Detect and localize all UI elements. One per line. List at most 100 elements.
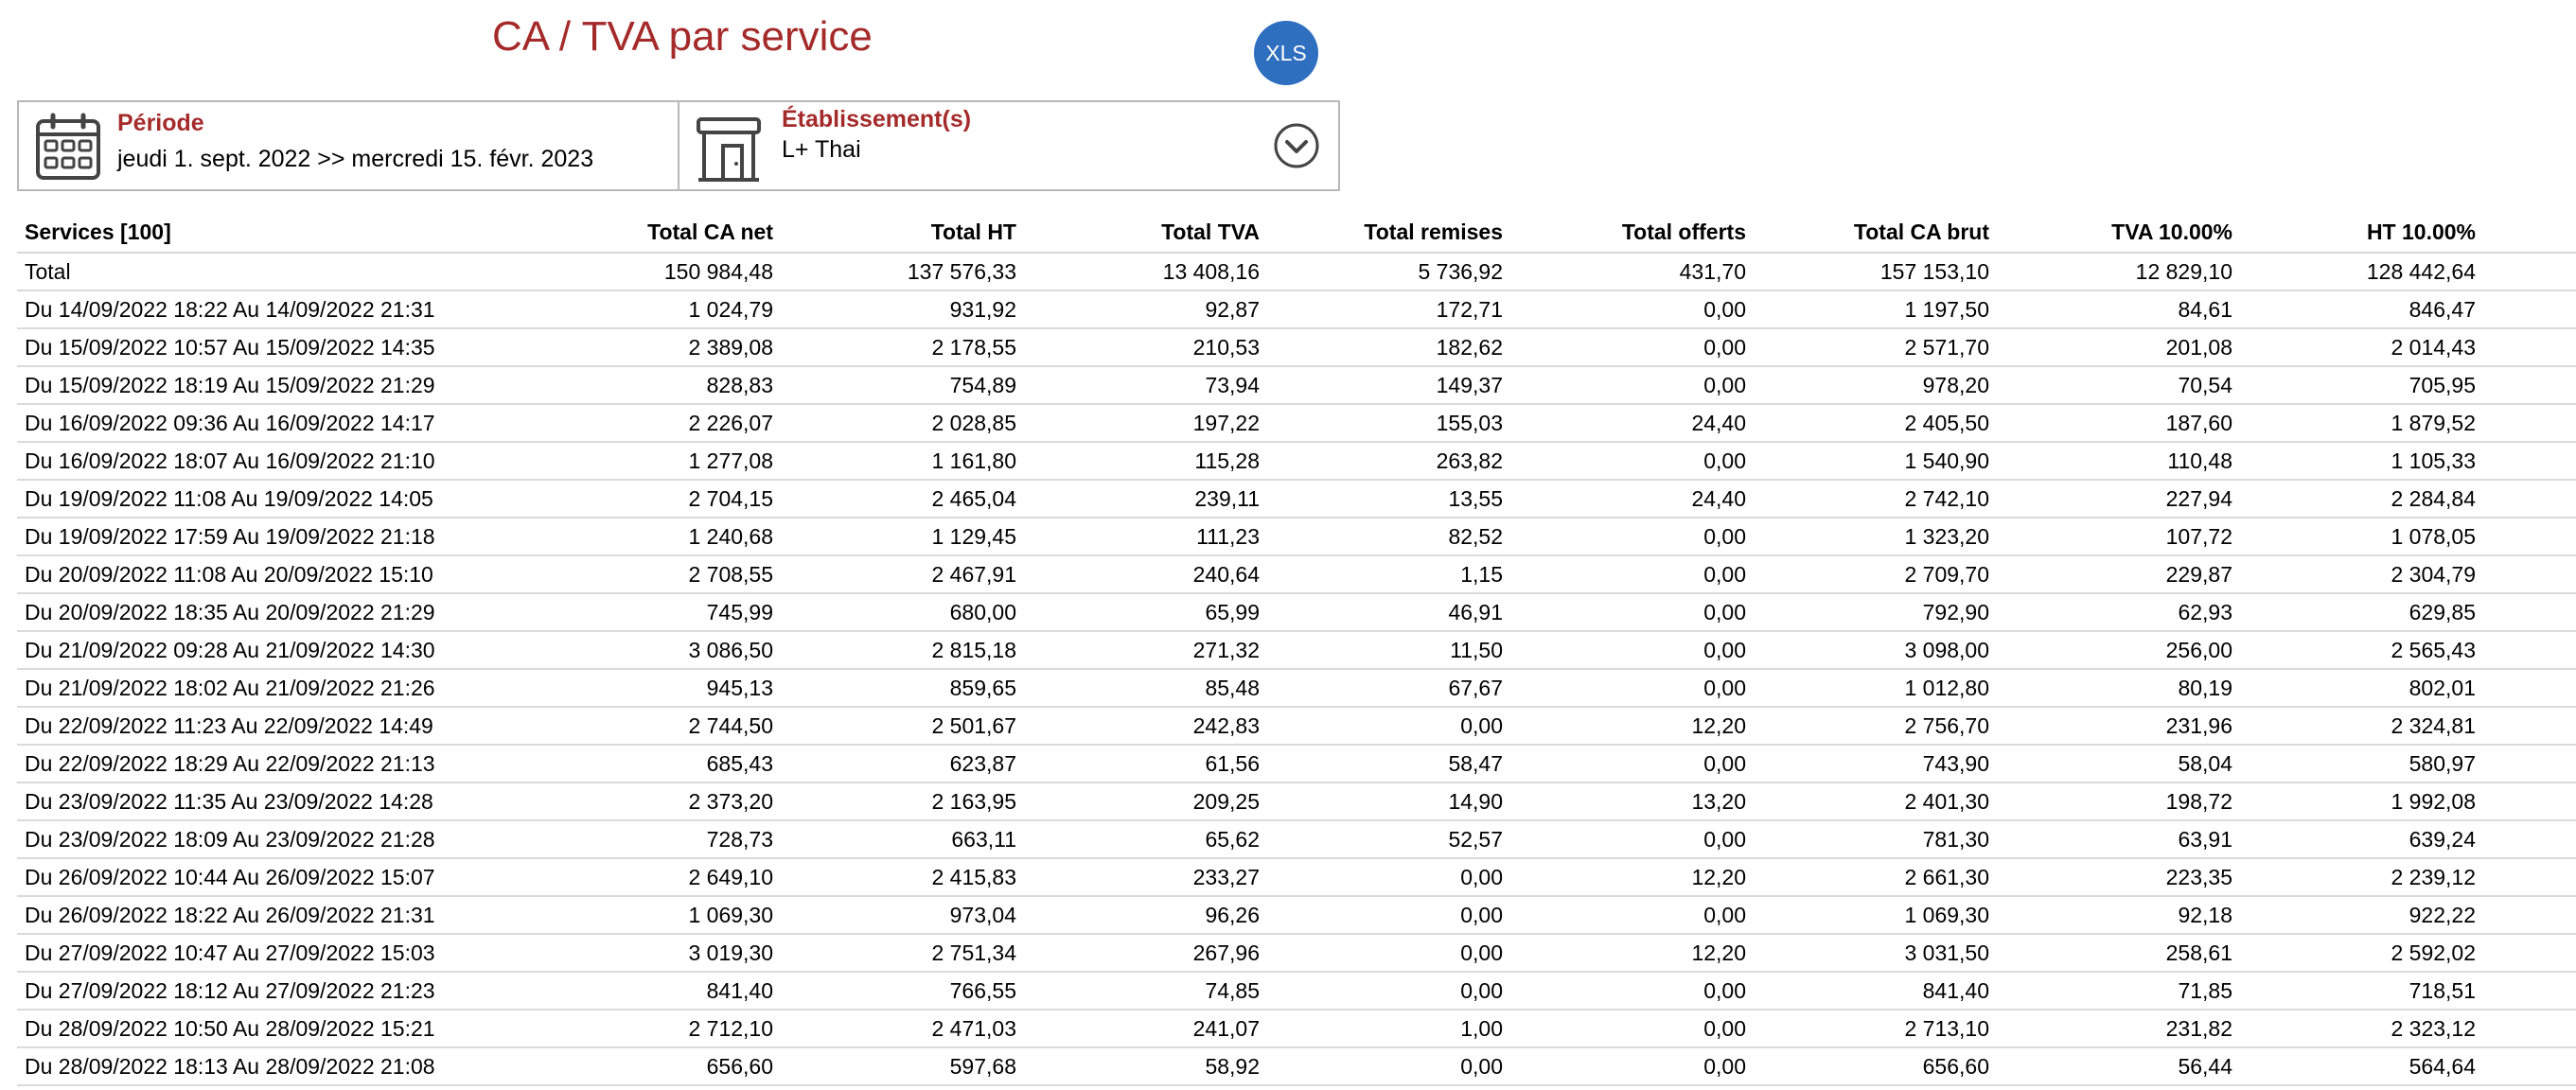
table-row[interactable]: Du 23/09/2022 11:35 Au 23/09/2022 14:28 2…: [17, 782, 2576, 821]
table-row[interactable]: Du 14/09/2022 18:22 Au 14/09/2022 21:31 1…: [17, 290, 2576, 329]
column-header[interactable]: TTC NE: [2483, 212, 2576, 254]
calendar-icon: [36, 113, 100, 180]
column-header[interactable]: HT 10.00%: [2240, 212, 2483, 254]
table-row[interactable]: Du 22/09/2022 11:23 Au 22/09/2022 14:49 2…: [17, 707, 2576, 746]
table-cell: 209,25: [1024, 782, 1267, 821]
table-cell: 210,53: [1024, 328, 1267, 367]
table-cell: 828,83: [538, 366, 781, 405]
row-label: Du 26/09/2022 10:44 Au 26/09/2022 15:07: [17, 858, 538, 897]
table-row[interactable]: Du 15/09/2022 10:57 Au 15/09/2022 14:35 2…: [17, 328, 2576, 367]
table-row[interactable]: Du 19/09/2022 17:59 Au 19/09/2022 21:18 1…: [17, 518, 2576, 556]
column-header[interactable]: Services [100]: [17, 212, 538, 254]
table-cell: 1,00: [1267, 1010, 1510, 1048]
table-cell: [2483, 631, 2576, 670]
establishment-value: L+ Thai: [782, 136, 861, 163]
table-cell: 680,00: [781, 593, 1024, 632]
table-header-row: Services [100] Total CA net Total HT Total …: [17, 212, 2576, 254]
table-row[interactable]: Du 27/09/2022 18:12 Au 27/09/2022 21:23 8…: [17, 972, 2576, 1011]
table-row[interactable]: Du 20/09/2022 11:08 Au 20/09/2022 15:10 2…: [17, 555, 2576, 594]
table-cell: 792,90: [1754, 593, 1997, 632]
column-header[interactable]: Total CA net: [538, 212, 781, 254]
table-row[interactable]: Du 21/09/2022 09:28 Au 21/09/2022 14:30 3…: [17, 631, 2576, 670]
table-cell: 2 592,02: [2240, 934, 2483, 973]
period-filter[interactable]: Période jeudi 1. sept. 2022 >> mercredi …: [17, 100, 679, 191]
table-cell: 1 992,08: [2240, 782, 2483, 821]
table-cell: 73,94: [1024, 366, 1267, 405]
table-row[interactable]: Du 23/09/2022 18:09 Au 23/09/2022 21:28 7…: [17, 820, 2576, 859]
services-table: Services [100] Total CA net Total HT Total …: [17, 212, 2576, 1086]
table-row[interactable]: Du 20/09/2022 18:35 Au 20/09/2022 21:29 7…: [17, 593, 2576, 632]
table-cell: 187,60: [1997, 404, 2240, 443]
table-cell: [2483, 820, 2576, 859]
period-label: Période: [117, 110, 204, 136]
building-icon: [697, 117, 761, 182]
column-header[interactable]: TVA 10.00%: [1997, 212, 2240, 254]
table-cell: 197,22: [1024, 404, 1267, 443]
table-row[interactable]: Du 26/09/2022 10:44 Au 26/09/2022 15:07 2…: [17, 858, 2576, 897]
table-cell: 2 014,43: [2240, 328, 2483, 367]
table-cell: 2 571,70: [1754, 328, 1997, 367]
table-cell: 111,23: [1024, 518, 1267, 556]
table-cell: 0,00: [1510, 631, 1754, 670]
table-cell: 705,95: [2240, 366, 2483, 405]
table-cell: [2483, 328, 2576, 367]
table-cell: 12,20: [1510, 858, 1754, 897]
table-cell: 3 098,00: [1754, 631, 1997, 670]
table-cell: 2 163,95: [781, 782, 1024, 821]
row-label: Du 23/09/2022 11:35 Au 23/09/2022 14:28: [17, 782, 538, 821]
table-cell: 945,13: [538, 669, 781, 708]
table-cell: 12,20: [1510, 707, 1754, 746]
table-cell: 67,67: [1267, 669, 1510, 708]
table-cell: 922,22: [2240, 896, 2483, 935]
table-cell: 0,00: [1267, 972, 1510, 1011]
total-row[interactable]: Total 150 984,48 137 576,33 13 408,16 5 736,…: [17, 253, 2576, 291]
table-row[interactable]: Du 27/09/2022 10:47 Au 27/09/2022 15:03 3…: [17, 934, 2576, 973]
table-cell: 13,55: [1267, 480, 1510, 519]
table-row[interactable]: Du 22/09/2022 18:29 Au 22/09/2022 21:13 6…: [17, 745, 2576, 783]
table-row[interactable]: Du 21/09/2022 18:02 Au 21/09/2022 21:26 9…: [17, 669, 2576, 708]
column-header[interactable]: Total offerts: [1510, 212, 1754, 254]
period-value: jeudi 1. sept. 2022 >> mercredi 15. févr…: [117, 146, 594, 172]
column-header[interactable]: Total remises: [1267, 212, 1510, 254]
table-cell: [2483, 480, 2576, 519]
table-row[interactable]: Du 16/09/2022 09:36 Au 16/09/2022 14:17 2…: [17, 404, 2576, 443]
table-cell: 564,64: [2240, 1047, 2483, 1086]
row-label: Du 19/09/2022 11:08 Au 19/09/2022 14:05: [17, 480, 538, 519]
table-row[interactable]: Du 15/09/2022 18:19 Au 15/09/2022 21:29 8…: [17, 366, 2576, 405]
table-cell: [2483, 555, 2576, 594]
table-cell: 13 408,16: [1024, 253, 1267, 291]
table-row[interactable]: Du 19/09/2022 11:08 Au 19/09/2022 14:05 2…: [17, 480, 2576, 519]
chevron-down-icon[interactable]: [1272, 121, 1321, 170]
table-cell: 1 012,80: [1754, 669, 1997, 708]
row-label: Du 21/09/2022 09:28 Au 21/09/2022 14:30: [17, 631, 538, 670]
table-cell: 1 197,50: [1754, 290, 1997, 329]
table-cell: 0,00: [1267, 1047, 1510, 1086]
table-cell: 0,00: [1510, 328, 1754, 367]
column-header[interactable]: Total HT: [781, 212, 1024, 254]
table-cell: 2 756,70: [1754, 707, 1997, 746]
table-cell: 0,00: [1510, 1010, 1754, 1048]
table-row[interactable]: Du 16/09/2022 18:07 Au 16/09/2022 21:10 1…: [17, 442, 2576, 481]
establishment-filter[interactable]: Établissement(s) L+ Thai: [678, 100, 1340, 191]
table-row[interactable]: Du 28/09/2022 10:50 Au 28/09/2022 15:21 2…: [17, 1010, 2576, 1048]
table-cell: [2483, 896, 2576, 935]
table-cell: 781,30: [1754, 820, 1997, 859]
table-cell: 766,55: [781, 972, 1024, 1011]
xls-export-button[interactable]: XLS: [1254, 21, 1318, 85]
table-cell: 1 069,30: [538, 896, 781, 935]
table-cell: 597,68: [781, 1047, 1024, 1086]
table-cell: 240,64: [1024, 555, 1267, 594]
column-header[interactable]: Total CA brut: [1754, 212, 1997, 254]
services-table-container[interactable]: Services [100] Total CA net Total HT Total …: [17, 212, 2576, 1090]
table-cell: 1 129,45: [781, 518, 1024, 556]
table-cell: 841,40: [538, 972, 781, 1011]
table-cell: 62,93: [1997, 593, 2240, 632]
row-label: Du 20/09/2022 18:35 Au 20/09/2022 21:29: [17, 593, 538, 632]
table-row[interactable]: Du 28/09/2022 18:13 Au 28/09/2022 21:08 6…: [17, 1047, 2576, 1086]
column-header[interactable]: Total TVA: [1024, 212, 1267, 254]
table-row[interactable]: Du 26/09/2022 18:22 Au 26/09/2022 21:31 1…: [17, 896, 2576, 935]
table-cell: 172,71: [1267, 290, 1510, 329]
table-cell: 718,51: [2240, 972, 2483, 1011]
row-label: Du 22/09/2022 11:23 Au 22/09/2022 14:49: [17, 707, 538, 746]
table-cell: 2 471,03: [781, 1010, 1024, 1048]
